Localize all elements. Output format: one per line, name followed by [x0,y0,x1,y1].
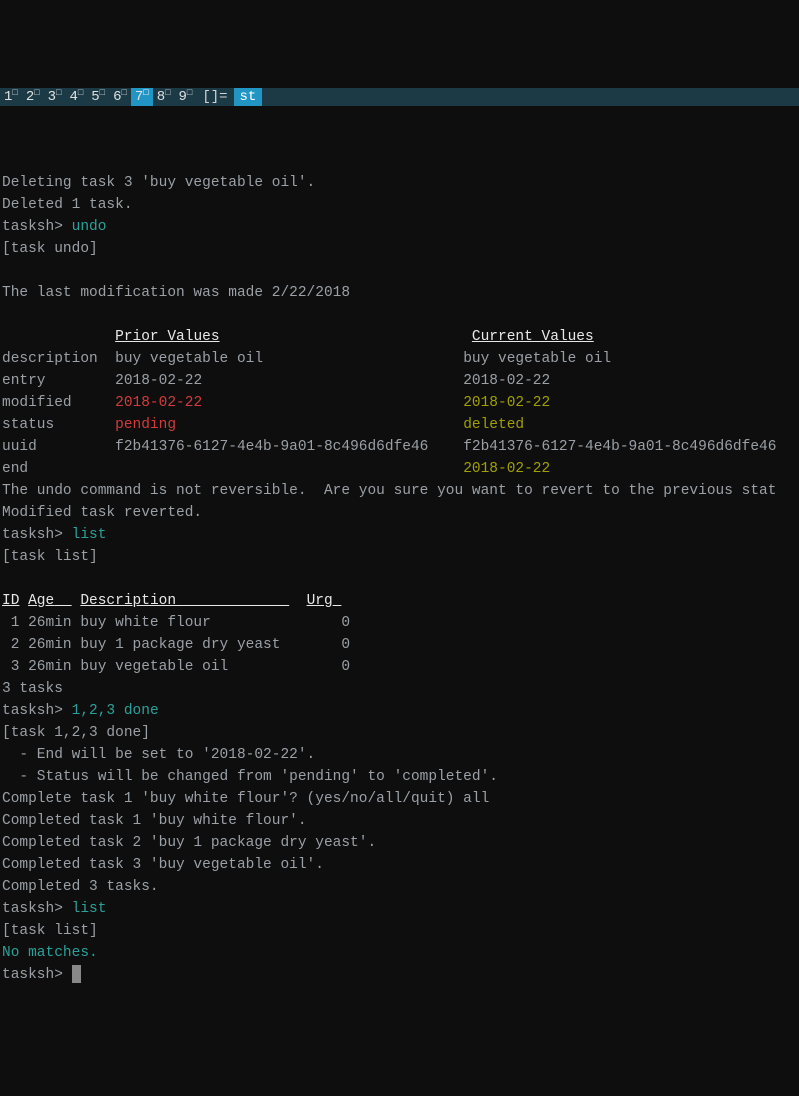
col-header-desc: Description [80,593,289,609]
tab-6[interactable]: 6□ [109,88,131,106]
cursor[interactable] [72,965,81,983]
prior-value: f2b41376-6127-4e4b-9a01-8c496d6dfe46 [115,439,454,455]
prior-value: 2018-02-22 [115,373,454,389]
line: Deleting task 3 'buy vegetable oil'. [2,175,315,191]
line: [task 1,2,3 done] [2,725,150,741]
line: Completed 3 tasks. [2,879,159,895]
prompt: tasksh> [2,901,63,917]
line: [task undo] [2,241,98,257]
prompt: tasksh> [2,527,63,543]
prompt: tasksh> [2,703,63,719]
current-value: 2018-02-22 [463,373,550,389]
cmd: undo [72,219,107,235]
tab-4[interactable]: 4□ [65,88,87,106]
terminal-output[interactable]: Deleting task 3 'buy vegetable oil'. Del… [0,150,799,986]
tab-bar: 1□ 2□ 3□ 4□ 5□ 6□ 7□ 8□ 9□ []= st [0,88,799,106]
line: Completed task 2 'buy 1 package dry yeas… [2,835,376,851]
current-value: 2018-02-22 [463,461,550,477]
line: Deleted 1 task. [2,197,133,213]
line: 3 tasks [2,681,63,697]
line: [task list] [2,549,98,565]
line: Completed task 3 'buy vegetable oil'. [2,857,324,873]
tab-end: []= [196,88,233,106]
line: [task list] [2,923,98,939]
prior-value: 2018-02-22 [115,395,454,411]
cmd: list [72,901,107,917]
col-header-prior: Prior Values [115,329,219,345]
col-header-age: Age [28,593,72,609]
line: Completed task 1 'buy white flour'. [2,813,307,829]
prior-value [115,461,454,477]
prompt: tasksh> [2,967,63,983]
line: - Status will be changed from 'pending' … [2,769,498,785]
line: Modified task reverted. [2,505,202,521]
line: - End will be set to '2018-02-22'. [2,747,315,763]
tab-5[interactable]: 5□ [87,88,109,106]
cmd: list [72,527,107,543]
tab-9[interactable]: 9□ [175,88,197,106]
prior-value: pending [115,417,454,433]
tab-2[interactable]: 2□ [22,88,44,106]
col-header-current: Current Values [472,329,594,345]
prior-value: buy vegetable oil [115,351,454,367]
current-value: 2018-02-22 [463,395,550,411]
line: The last modification was made 2/22/2018 [2,285,350,301]
no-matches: No matches. [2,945,98,961]
tab-7[interactable]: 7□ [131,88,153,106]
current-value: f2b41376-6127-4e4b-9a01-8c496d6dfe46 [463,439,776,455]
col-header-urg: Urg [307,593,342,609]
cmd: 1,2,3 done [72,703,159,719]
current-value: deleted [463,417,524,433]
prompt: tasksh> [2,219,63,235]
tab-8[interactable]: 8□ [153,88,175,106]
tab-1[interactable]: 1□ [0,88,22,106]
current-value: buy vegetable oil [463,351,611,367]
tab-title: st [234,88,263,106]
tab-3[interactable]: 3□ [44,88,66,106]
line: The undo command is not reversible. Are … [2,483,776,499]
line: Complete task 1 'buy white flour'? (yes/… [2,791,489,807]
col-header-id: ID [2,593,19,609]
